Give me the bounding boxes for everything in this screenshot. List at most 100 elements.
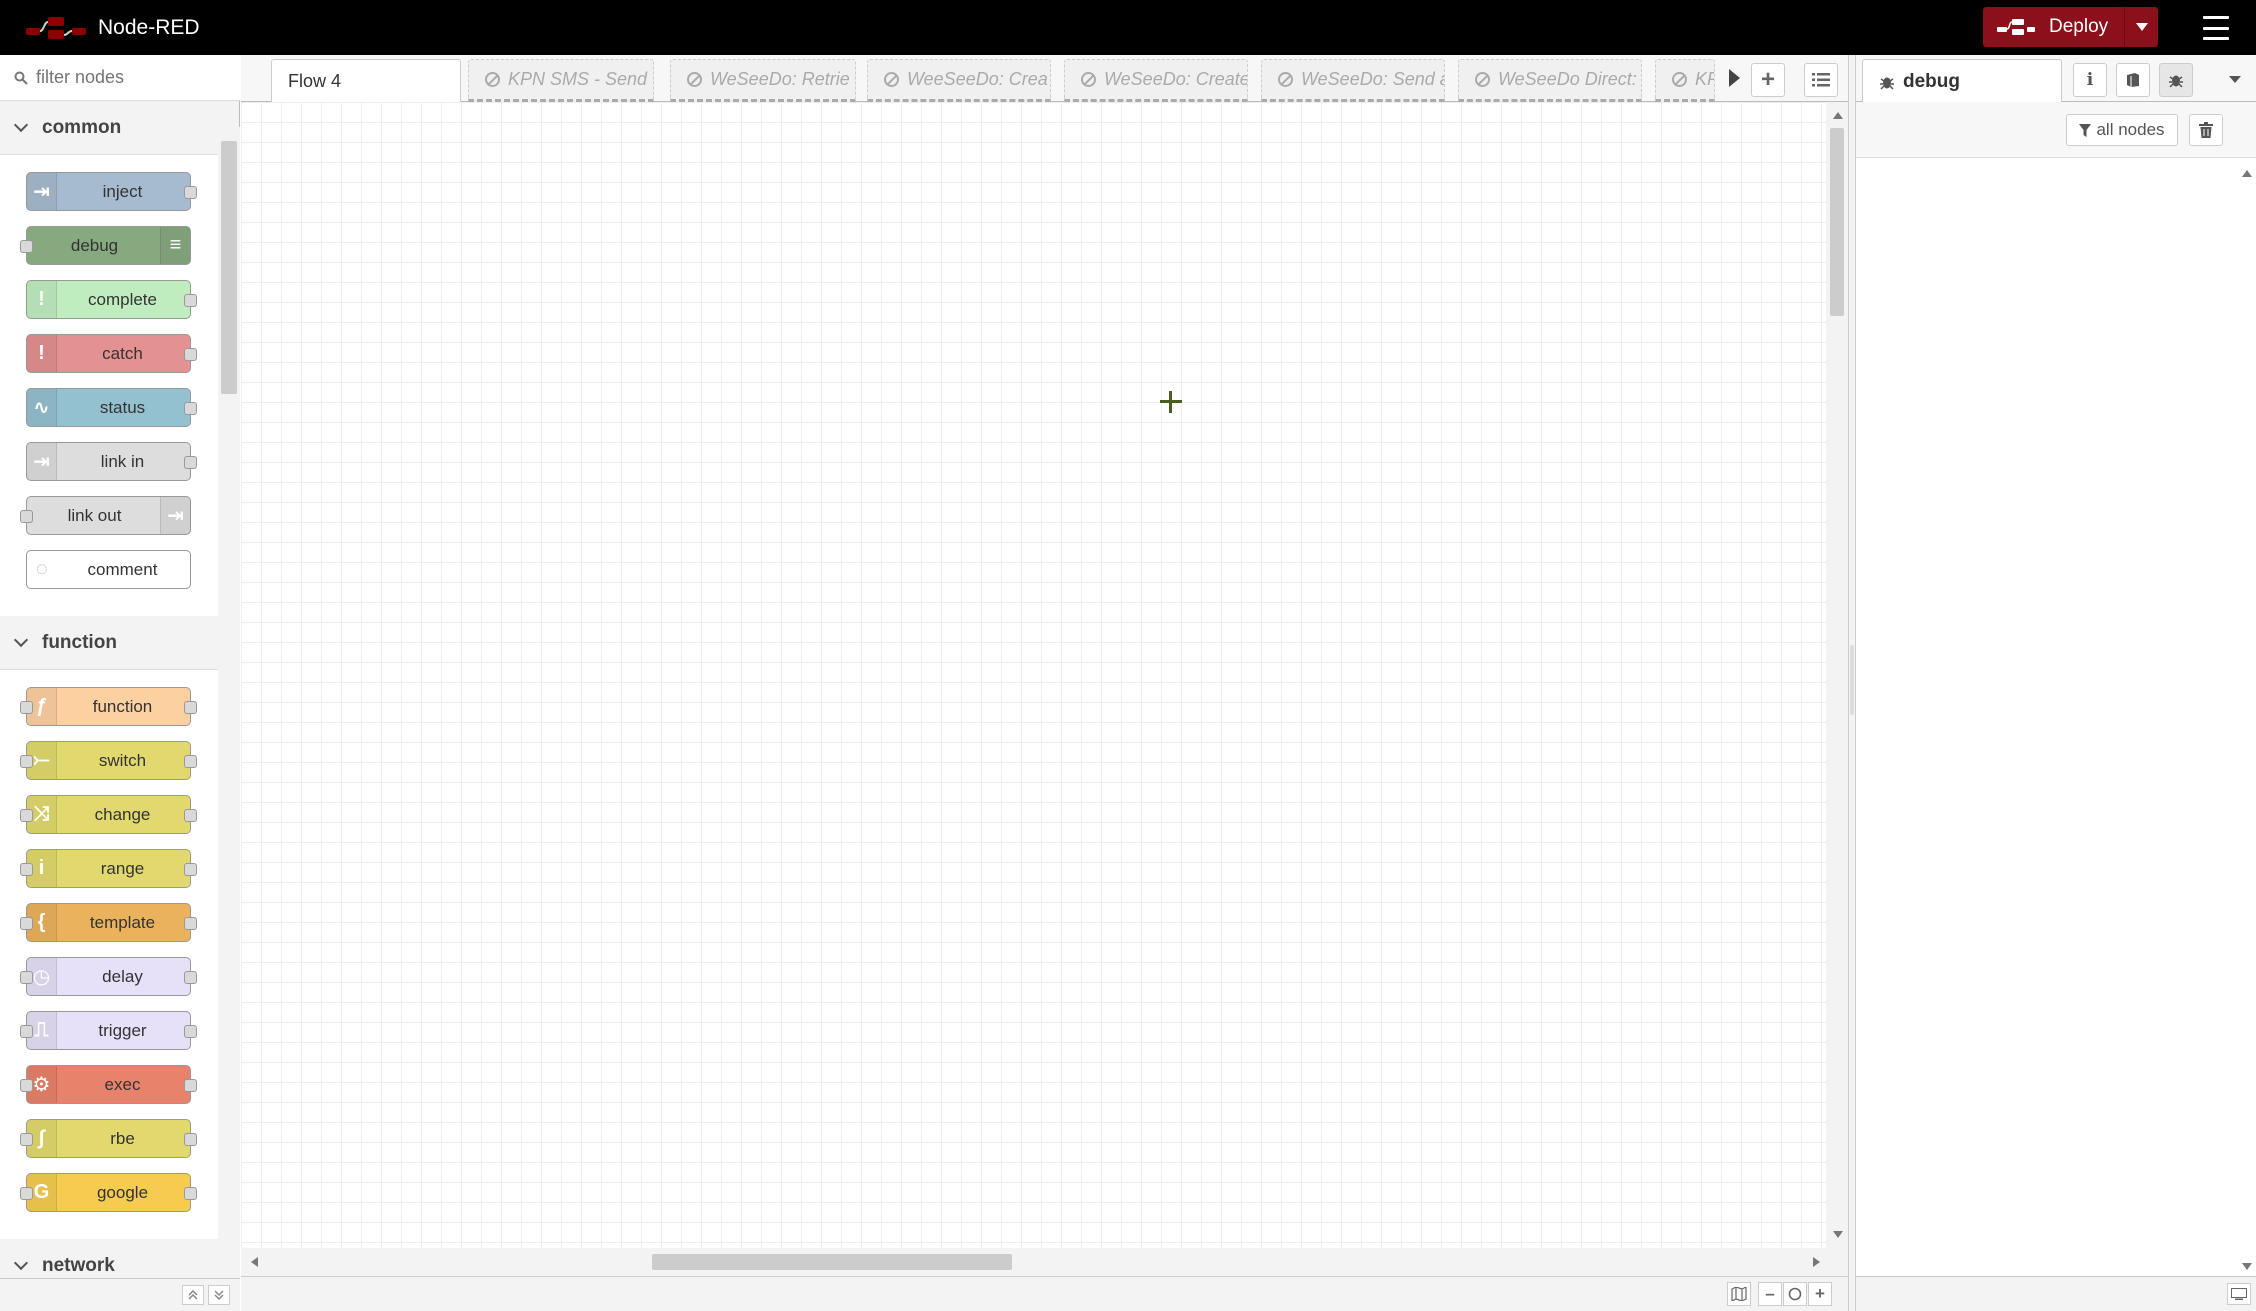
palette-node-range[interactable]: i range [20, 849, 197, 888]
expand-all-button[interactable] [208, 1285, 230, 1305]
disabled-icon [1081, 72, 1096, 87]
arrow-in-icon: ⇥ [27, 173, 57, 210]
palette-node-switch[interactable]: ⤚ switch [20, 741, 197, 780]
tab-flow[interactable]: WeSeeDo: Create [1064, 59, 1248, 102]
flow-canvas[interactable] [241, 102, 1826, 1248]
pulse-icon: ∿ [27, 389, 57, 426]
canvas-vertical-scrollbar[interactable] [1826, 102, 1848, 1248]
palette-category-function[interactable]: function [0, 616, 218, 670]
palette-node-rbe[interactable]: ∫ rbe [20, 1119, 197, 1158]
double-chevron-up-icon [188, 1290, 198, 1300]
tab-flow[interactable]: WeSeeDo: Retrie [670, 59, 856, 102]
palette-node-link-in[interactable]: ⇥ link in [26, 442, 197, 481]
output-port [184, 701, 197, 714]
debug-tab-button[interactable] [2159, 63, 2193, 97]
separator-grip[interactable] [1850, 645, 1854, 715]
tab-flow[interactable]: WeeSeeDo: Crea [867, 59, 1051, 102]
palette-node-link-out[interactable]: ⇥ link out [20, 496, 191, 535]
app-title: Node-RED [98, 16, 200, 39]
toggle-editor-button[interactable] [2227, 1283, 2251, 1305]
palette-node-delay[interactable]: ◷ delay [20, 957, 197, 996]
scroll-down-icon[interactable] [1833, 1231, 1843, 1238]
palette-filter [0, 55, 240, 101]
palette-node-trigger[interactable]: ⎍ trigger [20, 1011, 197, 1050]
scroll-up-icon[interactable] [1833, 112, 1843, 119]
palette-scrollbar-thumb[interactable] [221, 141, 237, 394]
sidebar-separator[interactable] [1848, 55, 1856, 1311]
clear-debug-button[interactable] [2189, 114, 2223, 146]
tab-debug-label: debug [1903, 70, 1960, 92]
debug-scrollbar[interactable] [2236, 158, 2256, 1276]
output-port [184, 348, 197, 361]
scroll-up-icon[interactable] [2242, 170, 2252, 177]
palette-scrollbar[interactable] [218, 127, 240, 1311]
main-menu-button[interactable] [2200, 13, 2232, 43]
input-port [20, 240, 33, 253]
tab-flow[interactable]: WeSeeDo Direct: [1458, 59, 1642, 102]
palette-categories: common ⇥ inject ≡ debug ! complete ! catch ∿ statu… [0, 101, 218, 1311]
zoom-reset-button[interactable] [1783, 1282, 1807, 1306]
hamburger-icon-bar [2203, 26, 2229, 30]
zoom-out-button[interactable]: – [1758, 1282, 1782, 1306]
disabled-icon [1475, 72, 1490, 87]
palette-node-complete[interactable]: ! complete [26, 280, 197, 319]
palette-node-status[interactable]: ∿ status [26, 388, 197, 427]
tab-flow[interactable]: WeSeeDo: Send a [1261, 59, 1445, 102]
palette-node-debug[interactable]: ≡ debug [20, 226, 191, 265]
scroll-down-icon[interactable] [2242, 1263, 2252, 1270]
filter-nodes-input[interactable] [36, 67, 236, 88]
bug-icon [2169, 75, 2183, 88]
palette-node-exec[interactable]: ⚙ exec [20, 1065, 197, 1104]
deploy-button[interactable]: Deploy [1983, 7, 2158, 47]
palette-node-inject[interactable]: ⇥ inject [26, 172, 197, 211]
hamburger-icon-bar [2203, 16, 2229, 19]
node-red-logo-icon [26, 17, 86, 39]
palette-node-template[interactable]: {template [20, 903, 197, 942]
search-icon [14, 71, 28, 85]
zoom-reset-icon [1788, 1287, 1802, 1301]
output-port [184, 294, 197, 307]
scroll-left-icon[interactable] [251, 1257, 258, 1267]
deploy-icon [1997, 19, 2035, 35]
palette-category-label: function [42, 631, 117, 653]
list-icon [1812, 73, 1830, 87]
palette-footer [0, 1278, 240, 1311]
palette-node-catch[interactable]: ! catch [26, 334, 197, 373]
deploy-options-button[interactable] [2124, 7, 2158, 47]
scroll-tabs-right-icon[interactable] [1729, 69, 1740, 87]
navigator-button[interactable] [1727, 1282, 1751, 1306]
tab-flow[interactable]: KPN SMS - Send [468, 59, 654, 102]
comment-icon: ◌ [36, 558, 48, 580]
tab-flow[interactable]: KP [1655, 59, 1715, 102]
sidebar-tabs: debug i [1856, 55, 2256, 103]
double-chevron-down-icon [214, 1290, 224, 1300]
palette-node-comment[interactable]: ◌ comment [26, 550, 191, 589]
zoom-in-button[interactable]: + [1808, 1282, 1832, 1306]
deploy-main-button[interactable]: Deploy [1983, 7, 2124, 47]
tab-flow[interactable]: Flow 4 [271, 59, 461, 103]
output-port [184, 1079, 197, 1092]
scroll-right-icon[interactable] [1813, 1257, 1820, 1267]
canvas-vertical-scrollbar-thumb[interactable] [1830, 128, 1844, 316]
list-icon: ≡ [160, 227, 190, 264]
input-port [20, 1025, 33, 1038]
tab-debug[interactable]: debug [1862, 59, 2062, 103]
canvas-horizontal-scrollbar-thumb[interactable] [652, 1254, 1012, 1270]
canvas-horizontal-scrollbar[interactable] [241, 1248, 1848, 1276]
help-tab-button[interactable] [2116, 63, 2150, 97]
debug-messages[interactable] [1856, 158, 2256, 1276]
palette-node-function[interactable]: ƒ function [20, 687, 197, 726]
workspace-tabs: Flow 4 KPN SMS - Send WeSeeDo: Retrie WeeSe… [241, 55, 1848, 103]
palette-node-google[interactable]: Ggoogle [20, 1173, 197, 1212]
info-tab-button[interactable]: i [2073, 63, 2107, 97]
debug-filter-button[interactable]: all nodes [2066, 114, 2178, 146]
collapse-all-button[interactable] [182, 1285, 204, 1305]
hamburger-icon-bar [2203, 37, 2229, 40]
palette-category-common[interactable]: common [0, 101, 218, 155]
palette-node-change[interactable]: ⤨ change [20, 795, 197, 834]
list-flows-button[interactable] [1804, 63, 1838, 97]
monitor-icon [2231, 1288, 2247, 1300]
sidebar-menu-caret-icon[interactable] [2229, 76, 2241, 83]
tab-label: WeSeeDo: Create [1104, 69, 1248, 89]
add-flow-button[interactable]: + [1751, 63, 1785, 97]
